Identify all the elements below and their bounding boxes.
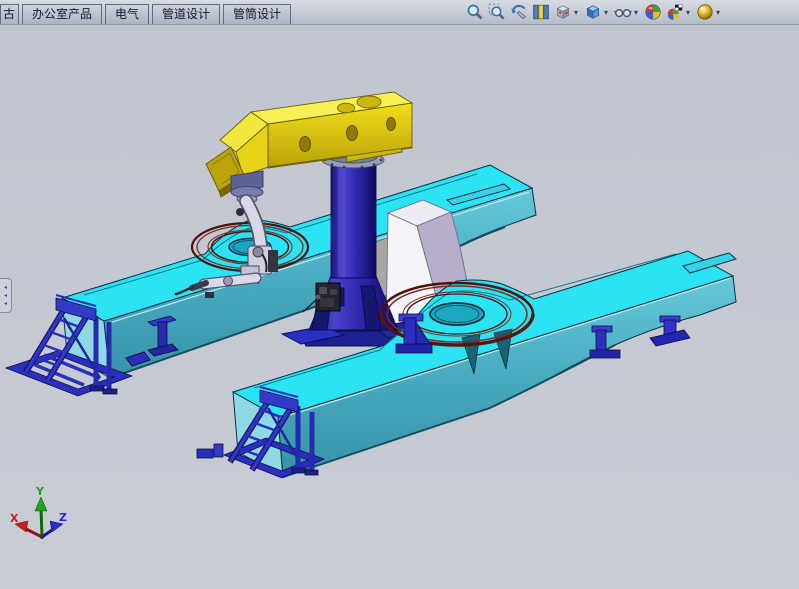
model-scene[interactable]: Y X Z (0, 25, 799, 589)
triad-y-label: Y (35, 485, 45, 498)
triad-x-label: X (10, 512, 19, 525)
tab-tubing-design[interactable]: 管筒设计 (223, 4, 291, 24)
hide-show-items-button[interactable]: ▾ (613, 2, 641, 22)
cad-application-window: 古 办公室产品 电气 管道设计 管筒设计 (0, 0, 799, 589)
orientation-cube-icon (554, 3, 572, 21)
collapse-arrow-icon: ◂ (4, 292, 7, 300)
command-tabs: 古 办公室产品 电气 管道设计 管筒设计 (0, 4, 291, 24)
graphics-area[interactable]: Y X Z ◂ ◂ ◂ (0, 25, 799, 589)
dropdown-arrow-icon[interactable]: ▾ (632, 8, 640, 17)
dropdown-arrow-icon[interactable]: ▾ (572, 8, 580, 17)
apply-scene-button[interactable]: ▾ (665, 2, 693, 22)
feature-panel-collapse-tab[interactable]: ◂ ◂ ◂ (0, 278, 12, 313)
triad-z-label: Z (59, 511, 67, 524)
section-cube-icon (532, 3, 550, 21)
dropdown-arrow-icon[interactable]: ▾ (684, 8, 692, 17)
dropdown-arrow-icon[interactable]: ▾ (602, 8, 610, 17)
section-view-button[interactable] (531, 2, 551, 22)
collapse-arrow-icon: ◂ (4, 284, 7, 292)
view-orientation-button[interactable]: ▾ (553, 2, 581, 22)
tab-piping-design[interactable]: 管道设计 (152, 4, 220, 24)
scene-checker-sphere-icon (666, 3, 684, 21)
tab-electrical[interactable]: 电气 (105, 4, 149, 24)
previous-view-button[interactable] (509, 2, 529, 22)
gold-sphere-icon (696, 3, 714, 21)
zoom-to-fit-button[interactable] (465, 2, 485, 22)
collapse-arrow-icon: ◂ (4, 300, 7, 308)
color-sphere-icon (644, 3, 662, 21)
edit-appearance-button[interactable] (643, 2, 663, 22)
view-settings-button[interactable]: ▾ (695, 2, 723, 22)
undo-arrow-pen-icon (510, 3, 528, 21)
magnifier-area-icon (488, 3, 506, 21)
eyeglasses-icon (614, 3, 632, 21)
command-manager-bar: 古 办公室产品 电气 管道设计 管筒设计 (0, 0, 799, 25)
shaded-cube-icon (584, 3, 602, 21)
dropdown-arrow-icon[interactable]: ▾ (714, 8, 722, 17)
zoom-to-area-button[interactable] (487, 2, 507, 22)
tab-partial[interactable]: 古 (0, 4, 19, 24)
tab-office-products[interactable]: 办公室产品 (22, 4, 102, 24)
display-style-button[interactable]: ▾ (583, 2, 611, 22)
heads-up-view-toolbar: ▾ ▾ ▾ (465, 1, 723, 23)
magnifier-icon (466, 3, 484, 21)
